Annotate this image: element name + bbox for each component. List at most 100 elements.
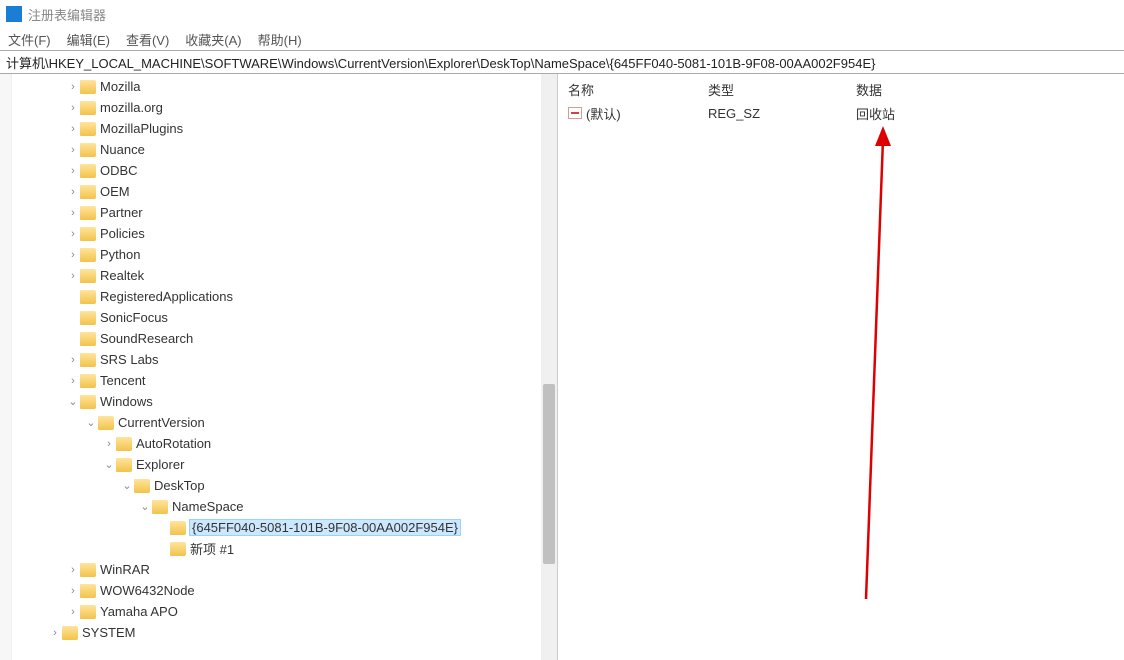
chevron-icon[interactable]	[66, 144, 80, 156]
chevron-icon[interactable]	[66, 606, 80, 618]
chevron-icon[interactable]	[66, 395, 80, 408]
folder-icon	[80, 248, 96, 262]
tree-node[interactable]: DeskTop	[12, 475, 541, 496]
tree-label: Nuance	[100, 142, 145, 157]
folder-icon	[80, 227, 96, 241]
chevron-icon[interactable]	[120, 479, 134, 492]
tree-label: SRS Labs	[100, 352, 159, 367]
tree-scrollbar[interactable]	[541, 74, 557, 660]
tree-node[interactable]: ODBC	[12, 160, 541, 181]
tree-gutter	[0, 74, 12, 660]
column-headers[interactable]: 名称 类型 数据	[568, 80, 1124, 99]
tree-label: AutoRotation	[136, 436, 211, 451]
tree-node[interactable]: RegisteredApplications	[12, 286, 541, 307]
tree-label: WOW6432Node	[100, 583, 195, 598]
tree-node[interactable]: Nuance	[12, 139, 541, 160]
value-row[interactable]: (默认) REG_SZ 回收站	[568, 103, 1124, 123]
folder-icon	[170, 542, 186, 556]
tree-label: {645FF040-5081-101B-9F08-00AA002F954E}	[190, 520, 460, 535]
folder-icon	[80, 395, 96, 409]
folder-icon	[80, 143, 96, 157]
chevron-icon[interactable]	[48, 627, 62, 639]
tree-node[interactable]: 新项 #1	[12, 538, 541, 559]
tree-node[interactable]: Policies	[12, 223, 541, 244]
menu-view[interactable]: 查看(V)	[126, 30, 169, 49]
tree-node[interactable]: Explorer	[12, 454, 541, 475]
tree-node[interactable]: mozilla.org	[12, 97, 541, 118]
tree-label: 新项 #1	[190, 539, 234, 558]
titlebar: 注册表编辑器	[0, 0, 1124, 28]
chevron-icon[interactable]	[66, 228, 80, 240]
tree-node[interactable]: OEM	[12, 181, 541, 202]
window-title: 注册表编辑器	[28, 5, 106, 24]
chevron-icon[interactable]	[66, 585, 80, 597]
tree-label: RegisteredApplications	[100, 289, 233, 304]
folder-icon	[98, 416, 114, 430]
chevron-icon[interactable]	[66, 207, 80, 219]
value-name: (默认)	[568, 104, 708, 123]
chevron-icon[interactable]	[66, 564, 80, 576]
annotation-arrow	[858, 114, 898, 604]
folder-icon	[80, 269, 96, 283]
tree-node[interactable]: AutoRotation	[12, 433, 541, 454]
tree-node[interactable]: Realtek	[12, 265, 541, 286]
tree-node[interactable]: Partner	[12, 202, 541, 223]
tree-node[interactable]: Windows	[12, 391, 541, 412]
tree-label: NameSpace	[172, 499, 244, 514]
tree-node[interactable]: SoundResearch	[12, 328, 541, 349]
chevron-icon[interactable]	[66, 354, 80, 366]
chevron-icon[interactable]	[66, 81, 80, 93]
col-data[interactable]: 数据	[856, 80, 882, 99]
menu-edit[interactable]: 编辑(E)	[67, 30, 110, 49]
folder-icon	[80, 311, 96, 325]
tree-node[interactable]: WinRAR	[12, 559, 541, 580]
menu-help[interactable]: 帮助(H)	[258, 30, 302, 49]
folder-icon	[80, 584, 96, 598]
value-data: 回收站	[856, 104, 895, 123]
tree-node[interactable]: SonicFocus	[12, 307, 541, 328]
chevron-icon[interactable]	[66, 375, 80, 387]
chevron-icon[interactable]	[102, 458, 116, 471]
tree-label: SoundResearch	[100, 331, 193, 346]
folder-icon	[80, 122, 96, 136]
tree-node[interactable]: SRS Labs	[12, 349, 541, 370]
registry-tree[interactable]: Mozilla mozilla.org MozillaPlugins Nuance OD…	[12, 74, 541, 660]
tree-label: Python	[100, 247, 140, 262]
tree-label: mozilla.org	[100, 100, 163, 115]
tree-node[interactable]: WOW6432Node	[12, 580, 541, 601]
tree-node[interactable]: MozillaPlugins	[12, 118, 541, 139]
folder-icon	[80, 185, 96, 199]
tree-node[interactable]: NameSpace	[12, 496, 541, 517]
tree-node[interactable]: SYSTEM	[12, 622, 541, 643]
folder-icon	[80, 80, 96, 94]
chevron-icon[interactable]	[66, 270, 80, 282]
main-area: Mozilla mozilla.org MozillaPlugins Nuance OD…	[0, 74, 1124, 660]
menu-file[interactable]: 文件(F)	[8, 30, 51, 49]
tree-node[interactable]: CurrentVersion	[12, 412, 541, 433]
folder-icon	[80, 290, 96, 304]
tree-label: SYSTEM	[82, 625, 135, 640]
scrollbar-thumb[interactable]	[543, 384, 555, 564]
chevron-icon[interactable]	[102, 438, 116, 450]
menu-favorites[interactable]: 收藏夹(A)	[185, 30, 241, 49]
tree-node[interactable]: Python	[12, 244, 541, 265]
tree-node[interactable]: Mozilla	[12, 76, 541, 97]
chevron-icon[interactable]	[66, 165, 80, 177]
chevron-icon[interactable]	[84, 416, 98, 429]
chevron-icon[interactable]	[138, 500, 152, 513]
chevron-icon[interactable]	[66, 186, 80, 198]
chevron-icon[interactable]	[66, 102, 80, 114]
tree-node[interactable]: Tencent	[12, 370, 541, 391]
col-type[interactable]: 类型	[708, 80, 856, 99]
tree-label: ODBC	[100, 163, 138, 178]
chevron-icon[interactable]	[66, 249, 80, 261]
chevron-icon[interactable]	[66, 123, 80, 135]
tree-node[interactable]: {645FF040-5081-101B-9F08-00AA002F954E}	[12, 517, 541, 538]
tree-node[interactable]: Yamaha APO	[12, 601, 541, 622]
tree-label: Explorer	[136, 457, 184, 472]
folder-icon	[80, 206, 96, 220]
values-panel: 名称 类型 数据 (默认) REG_SZ 回收站	[558, 74, 1124, 660]
address-bar[interactable]: 计算机\HKEY_LOCAL_MACHINE\SOFTWARE\Windows\…	[0, 50, 1124, 74]
col-name[interactable]: 名称	[568, 80, 708, 99]
tree-label: Partner	[100, 205, 143, 220]
